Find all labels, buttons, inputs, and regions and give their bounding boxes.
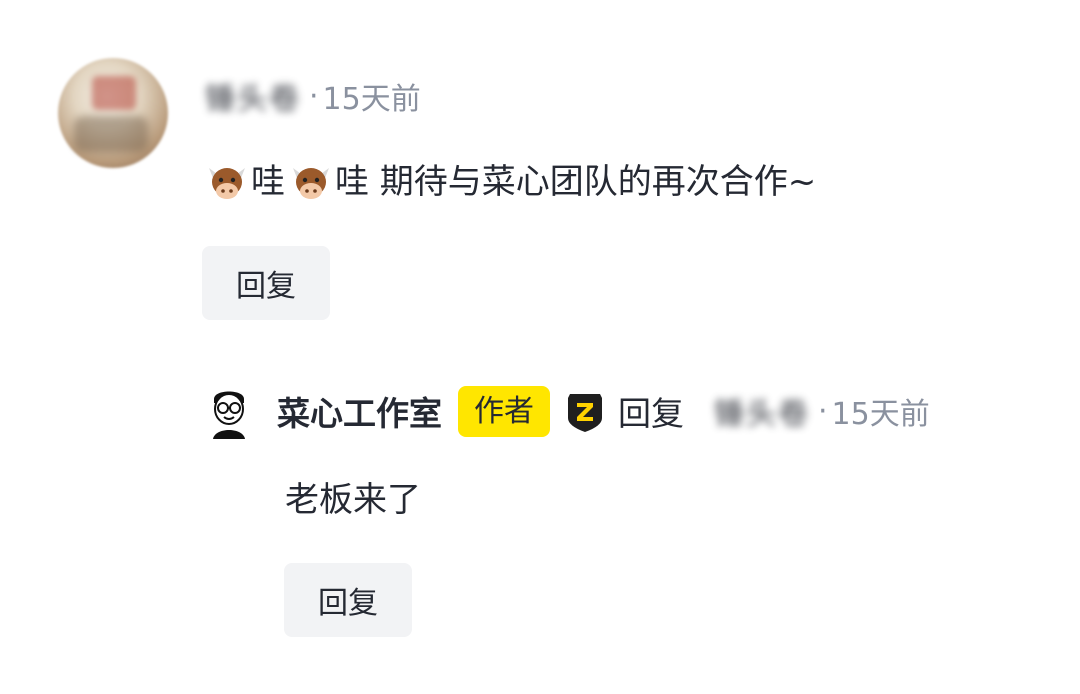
author-avatar-icon[interactable] <box>205 383 253 439</box>
cow-face-icon <box>289 160 333 204</box>
commenter-avatar[interactable] <box>58 58 168 168</box>
commenter-name[interactable]: 锤头卷 <box>205 74 301 118</box>
reply-text: 老板来了 <box>285 480 421 520</box>
cow-face-icon <box>205 160 249 204</box>
comment-separator: · <box>309 78 319 114</box>
sub-reply-button[interactable]: 回复 <box>284 563 412 637</box>
z-shield-icon <box>562 388 608 434</box>
reply-separator: · <box>818 393 828 429</box>
comment-meta: 锤头卷 · 15天前 <box>205 72 421 120</box>
reply-button[interactable]: 回复 <box>202 246 330 320</box>
reply-word: 回复 <box>618 394 684 433</box>
reply-target-user[interactable]: 锤头卷 <box>714 389 810 433</box>
comment-text-part2: 哇 期待与菜心团队的再次合作~ <box>335 162 817 202</box>
comment-text-part1: 哇 <box>251 162 285 202</box>
author-name[interactable]: 菜心工作室 <box>277 387 442 435</box>
comment-time: 15天前 <box>322 82 421 117</box>
author-badge: 作者 <box>458 385 550 437</box>
comment-text: 哇 哇 期待与菜心团队的再次合作~ <box>205 152 816 212</box>
reply-time: 15天前 <box>831 397 930 432</box>
reply-meta: 菜心工作室 作者 回复 锤头卷 · 15天前 <box>205 380 930 442</box>
